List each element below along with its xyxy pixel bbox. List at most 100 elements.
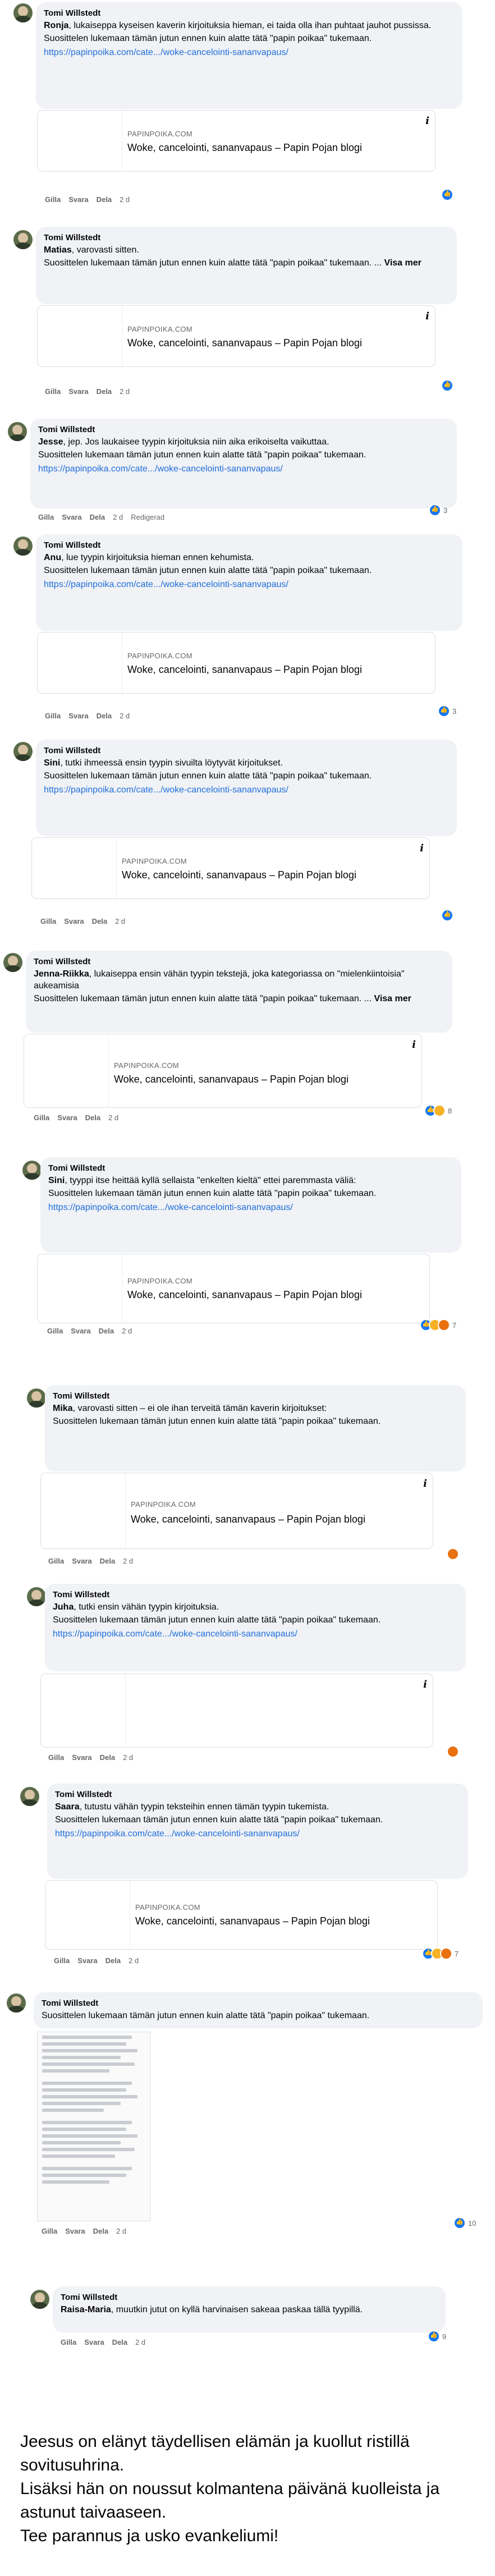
reaction-summary[interactable]: 7 (422, 1947, 459, 1960)
avatar[interactable] (13, 230, 33, 249)
reaction-summary[interactable]: 8 (424, 1104, 452, 1117)
reply-button[interactable]: Svara (68, 712, 88, 720)
comment-author[interactable]: Tomi Willstedt (38, 424, 449, 435)
comment-author[interactable]: Tomi Willstedt (44, 8, 455, 19)
reaction-summary[interactable] (441, 379, 453, 392)
reaction-summary[interactable]: 9 (428, 2330, 446, 2343)
avatar[interactable] (7, 1993, 26, 2013)
article-link[interactable]: https://papinpoika.com/cate.../woke-canc… (44, 579, 455, 590)
reply-button[interactable]: Svara (77, 1956, 97, 1965)
timestamp[interactable]: 2 d (120, 712, 130, 720)
link-preview[interactable]: PAPINPOIKA.COM Woke, cancelointi, sananv… (37, 1254, 430, 1323)
share-button[interactable]: Dela (97, 712, 112, 720)
timestamp[interactable]: 2 d (135, 2338, 145, 2346)
comment-author[interactable]: Tomi Willstedt (44, 540, 455, 551)
avatar[interactable] (22, 1161, 42, 1180)
avatar[interactable] (13, 742, 33, 761)
reaction-summary[interactable] (447, 1745, 459, 1758)
reaction-summary[interactable]: 3 (438, 705, 456, 717)
article-link[interactable]: https://papinpoika.com/cate.../woke-canc… (53, 1628, 458, 1640)
mention[interactable]: Anu (44, 553, 61, 562)
article-link[interactable]: https://papinpoika.com/cate.../woke-canc… (44, 784, 449, 796)
like-button[interactable]: Gilla (61, 2338, 76, 2346)
timestamp[interactable]: 2 d (108, 1113, 118, 1122)
reply-button[interactable]: Svara (64, 917, 84, 925)
link-preview[interactable]: i (40, 1674, 433, 1748)
see-more-link[interactable]: Visa mer (374, 994, 411, 1003)
attached-screenshot[interactable] (37, 2032, 150, 2221)
avatar[interactable] (20, 1787, 39, 1806)
link-preview[interactable]: PAPINPOIKA.COM Woke, cancelointi, sananv… (37, 110, 436, 172)
info-icon[interactable]: i (423, 1679, 427, 1690)
article-link[interactable]: https://papinpoika.com/cate.../woke-canc… (55, 1828, 460, 1840)
article-link[interactable]: https://papinpoika.com/cate.../woke-canc… (44, 47, 455, 58)
share-button[interactable]: Dela (100, 1753, 115, 1762)
avatar[interactable] (27, 1587, 46, 1606)
info-icon[interactable]: i (423, 1478, 427, 1489)
like-button[interactable]: Gilla (42, 2227, 57, 2235)
timestamp[interactable]: 2 d (113, 513, 123, 521)
comment-author[interactable]: Tomi Willstedt (55, 1789, 460, 1800)
comment-author[interactable]: Tomi Willstedt (61, 2292, 438, 2303)
share-button[interactable]: Dela (97, 387, 112, 396)
like-button[interactable]: Gilla (45, 712, 61, 720)
info-icon[interactable]: i (425, 115, 429, 127)
reaction-summary[interactable] (441, 909, 453, 922)
mention[interactable]: Mika (53, 1404, 73, 1413)
reply-button[interactable]: Svara (71, 1327, 90, 1335)
reply-button[interactable]: Svara (72, 1753, 91, 1762)
timestamp[interactable]: 2 d (122, 1327, 132, 1335)
comment-author[interactable]: Tomi Willstedt (42, 1998, 475, 2009)
link-preview[interactable]: PAPINPOIKA.COM Woke, cancelointi, sananv… (37, 632, 436, 694)
mention[interactable]: Raisa-Maria (61, 2305, 111, 2314)
share-button[interactable]: Dela (99, 1327, 114, 1335)
timestamp[interactable]: 2 d (123, 1753, 133, 1762)
reply-button[interactable]: Svara (62, 513, 81, 521)
like-button[interactable]: Gilla (47, 1327, 63, 1335)
reply-button[interactable]: Svara (72, 1557, 91, 1565)
mention[interactable]: Jesse (38, 437, 63, 447)
share-button[interactable]: Dela (90, 513, 105, 521)
avatar[interactable] (30, 2290, 49, 2309)
link-preview[interactable]: PAPINPOIKA.COM Woke, cancelointi, sananv… (45, 1880, 438, 1950)
info-icon[interactable]: i (412, 1039, 416, 1051)
mention[interactable]: Ronja (44, 21, 68, 30)
share-button[interactable]: Dela (100, 1557, 115, 1565)
reply-button[interactable]: Svara (68, 195, 88, 204)
reply-button[interactable]: Svara (84, 2338, 104, 2346)
avatar[interactable] (3, 953, 22, 972)
link-preview[interactable]: PAPINPOIKA.COM Woke, cancelointi, sananv… (24, 1034, 422, 1108)
reply-button[interactable]: Svara (65, 2227, 85, 2235)
like-button[interactable]: Gilla (40, 917, 56, 925)
avatar[interactable] (13, 537, 33, 556)
timestamp[interactable]: 2 d (115, 917, 125, 925)
avatar[interactable] (13, 3, 33, 22)
like-button[interactable]: Gilla (34, 1113, 49, 1122)
link-preview[interactable]: PAPINPOIKA.COM Woke, cancelointi, sananv… (31, 837, 430, 899)
like-button[interactable]: Gilla (38, 513, 54, 521)
avatar[interactable] (8, 422, 27, 441)
comment-author[interactable]: Tomi Willstedt (53, 1391, 458, 1401)
share-button[interactable]: Dela (93, 2227, 108, 2235)
share-button[interactable]: Dela (85, 1113, 100, 1122)
mention[interactable]: Sini (44, 758, 60, 768)
mention[interactable]: Matias (44, 245, 72, 255)
reply-button[interactable]: Svara (57, 1113, 77, 1122)
comment-author[interactable]: Tomi Willstedt (53, 1589, 458, 1600)
mention[interactable]: Sini (48, 1176, 65, 1185)
comment-author[interactable]: Tomi Willstedt (44, 745, 449, 756)
comment-author[interactable]: Tomi Willstedt (48, 1163, 453, 1174)
see-more-link[interactable]: Visa mer (384, 258, 421, 268)
timestamp[interactable]: 2 d (123, 1557, 133, 1565)
link-preview[interactable]: PAPINPOIKA.COM Woke, cancelointi, sananv… (40, 1473, 433, 1549)
info-icon[interactable]: i (420, 842, 424, 854)
timestamp[interactable]: 2 d (116, 2227, 126, 2235)
reply-button[interactable]: Svara (68, 387, 88, 396)
reaction-summary[interactable]: 3 (429, 504, 447, 516)
reaction-summary[interactable]: 7 (420, 1319, 456, 1331)
like-button[interactable]: Gilla (48, 1753, 64, 1762)
share-button[interactable]: Dela (112, 2338, 127, 2346)
avatar[interactable] (27, 1388, 46, 1408)
mention[interactable]: Juha (53, 1602, 74, 1612)
mention[interactable]: Saara (55, 1802, 80, 1812)
